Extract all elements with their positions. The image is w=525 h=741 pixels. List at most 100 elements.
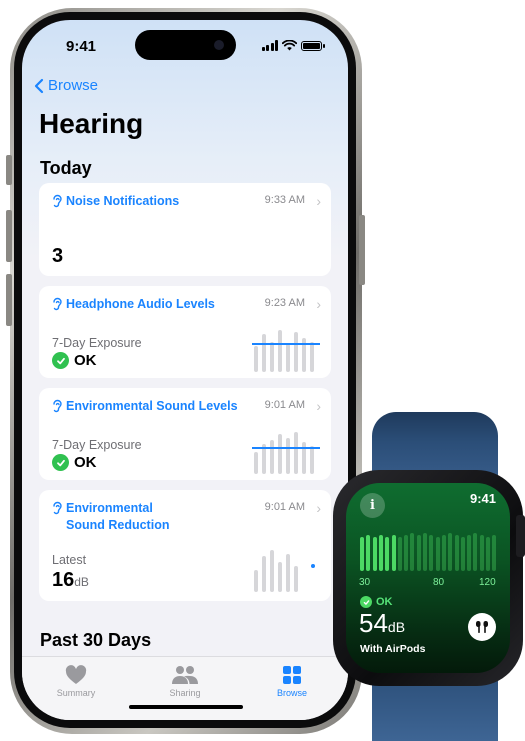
status-icons	[261, 40, 325, 51]
level-bar	[360, 537, 364, 571]
chevron-right-icon: ›	[316, 193, 321, 209]
tab-browse-label: Browse	[276, 688, 307, 698]
dynamic-island	[135, 30, 236, 60]
ear-icon	[53, 501, 62, 515]
back-button[interactable]: Browse	[34, 77, 98, 94]
level-bar	[372, 537, 377, 571]
reduction-mini-chart	[252, 548, 320, 592]
front-camera	[214, 40, 224, 50]
card-time: 9:01 AM	[264, 501, 305, 513]
watch-status: OK	[360, 596, 393, 608]
tab-summary[interactable]: Summary	[36, 665, 116, 698]
latest-unit: dB	[74, 575, 89, 589]
level-bar	[454, 535, 459, 571]
checkmark-icon	[360, 596, 372, 608]
level-bar	[448, 533, 453, 571]
scale-label-120: 120	[479, 577, 496, 588]
card-time: 9:01 AM	[264, 399, 305, 411]
card-headphone-audio-levels[interactable]: Headphone Audio Levels 9:23 AM › 7-Day E…	[39, 286, 331, 378]
level-bar	[492, 535, 497, 571]
tab-browse[interactable]: Browse	[252, 665, 332, 698]
level-bar	[429, 535, 434, 571]
exposure-label: 7-Day Exposure	[52, 438, 142, 452]
ear-icon	[53, 194, 62, 208]
tab-sharing[interactable]: Sharing	[145, 665, 225, 698]
watch-screen: i 9:41 30 80 120 OK 54dB With AirPods	[346, 483, 510, 673]
exposure-label: 7-Day Exposure	[52, 336, 142, 350]
tab-bar: Summary Sharing Browse	[22, 656, 348, 720]
section-past-30-days: Past 30 Days	[40, 630, 152, 650]
level-bar	[391, 535, 396, 571]
level-bar	[423, 533, 427, 571]
level-bar	[378, 535, 383, 571]
notification-count: 3	[52, 245, 64, 267]
card-time: 9:23 AM	[264, 297, 305, 309]
grid-icon	[283, 666, 301, 684]
watch-caption: With AirPods	[360, 643, 426, 655]
airpods-icon[interactable]	[468, 613, 496, 641]
watch-status-text: OK	[376, 596, 393, 608]
tab-summary-label: Summary	[56, 688, 96, 698]
level-bar	[385, 537, 390, 571]
chevron-right-icon: ›	[316, 398, 321, 414]
digital-crown[interactable]	[516, 515, 525, 557]
checkmark-icon	[52, 454, 69, 471]
card-environmental-sound-levels[interactable]: Environmental Sound Levels 9:01 AM › 7-D…	[39, 388, 331, 480]
page-title: Hearing	[39, 108, 144, 139]
ear-icon	[53, 297, 62, 311]
level-bar	[467, 535, 472, 571]
people-icon	[172, 666, 198, 684]
latest-value: 16dB	[52, 569, 89, 591]
level-bar	[366, 535, 371, 571]
watch-level-bars	[360, 531, 500, 571]
exposure-mini-chart	[252, 328, 320, 372]
card-title: Environmental Sound Reduction	[66, 501, 170, 532]
volume-up-button	[6, 210, 12, 262]
watch-time: 9:41	[469, 491, 496, 506]
signal-icon	[261, 40, 278, 51]
level-bar	[486, 537, 490, 571]
watch-db-value: 54dB	[359, 608, 406, 638]
card-time: 9:33 AM	[264, 194, 305, 206]
exposure-mini-chart	[252, 430, 320, 474]
status-time: 9:41	[66, 38, 97, 55]
card-title: Environmental Sound Levels	[66, 399, 238, 413]
battery-icon	[301, 40, 325, 51]
checkmark-icon	[52, 352, 69, 369]
status-text: OK	[74, 352, 97, 369]
exposure-status: OK	[52, 454, 97, 471]
volume-down-button	[6, 274, 12, 326]
level-bar	[473, 533, 478, 571]
level-bar	[479, 535, 484, 571]
heart-icon	[65, 665, 87, 684]
back-label: Browse	[48, 77, 99, 94]
watch-db-unit: dB	[387, 619, 406, 635]
action-button	[6, 155, 12, 185]
scale-label-30: 30	[359, 577, 371, 588]
scale-label-80: 80	[433, 577, 445, 588]
ear-icon	[53, 399, 62, 413]
section-today: Today	[40, 158, 92, 178]
latest-label: Latest	[52, 553, 87, 567]
chevron-right-icon: ›	[316, 296, 321, 312]
level-bar	[441, 535, 446, 571]
tab-sharing-label: Sharing	[169, 688, 201, 698]
chevron-left-icon	[34, 78, 44, 93]
home-indicator[interactable]	[129, 705, 243, 709]
card-environmental-sound-reduction[interactable]: Environmental Sound Reduction 9:01 AM › L…	[39, 490, 331, 601]
exposure-status: OK	[52, 352, 97, 369]
level-bar	[404, 535, 409, 571]
level-bar	[435, 537, 440, 571]
level-bar	[410, 533, 415, 571]
card-title: Noise Notifications	[66, 194, 180, 208]
level-bar	[416, 535, 421, 571]
status-text: OK	[74, 454, 97, 471]
chevron-right-icon: ›	[316, 500, 321, 516]
power-button	[359, 215, 365, 285]
level-bar	[397, 537, 402, 571]
card-title: Headphone Audio Levels	[66, 297, 215, 311]
iphone-screen: 9:41 Browse Hearing Today Noise Notifica…	[22, 20, 348, 720]
card-noise-notifications[interactable]: Noise Notifications 9:33 AM › 3	[39, 183, 331, 276]
wifi-icon	[282, 40, 297, 51]
info-icon[interactable]: i	[360, 493, 385, 518]
